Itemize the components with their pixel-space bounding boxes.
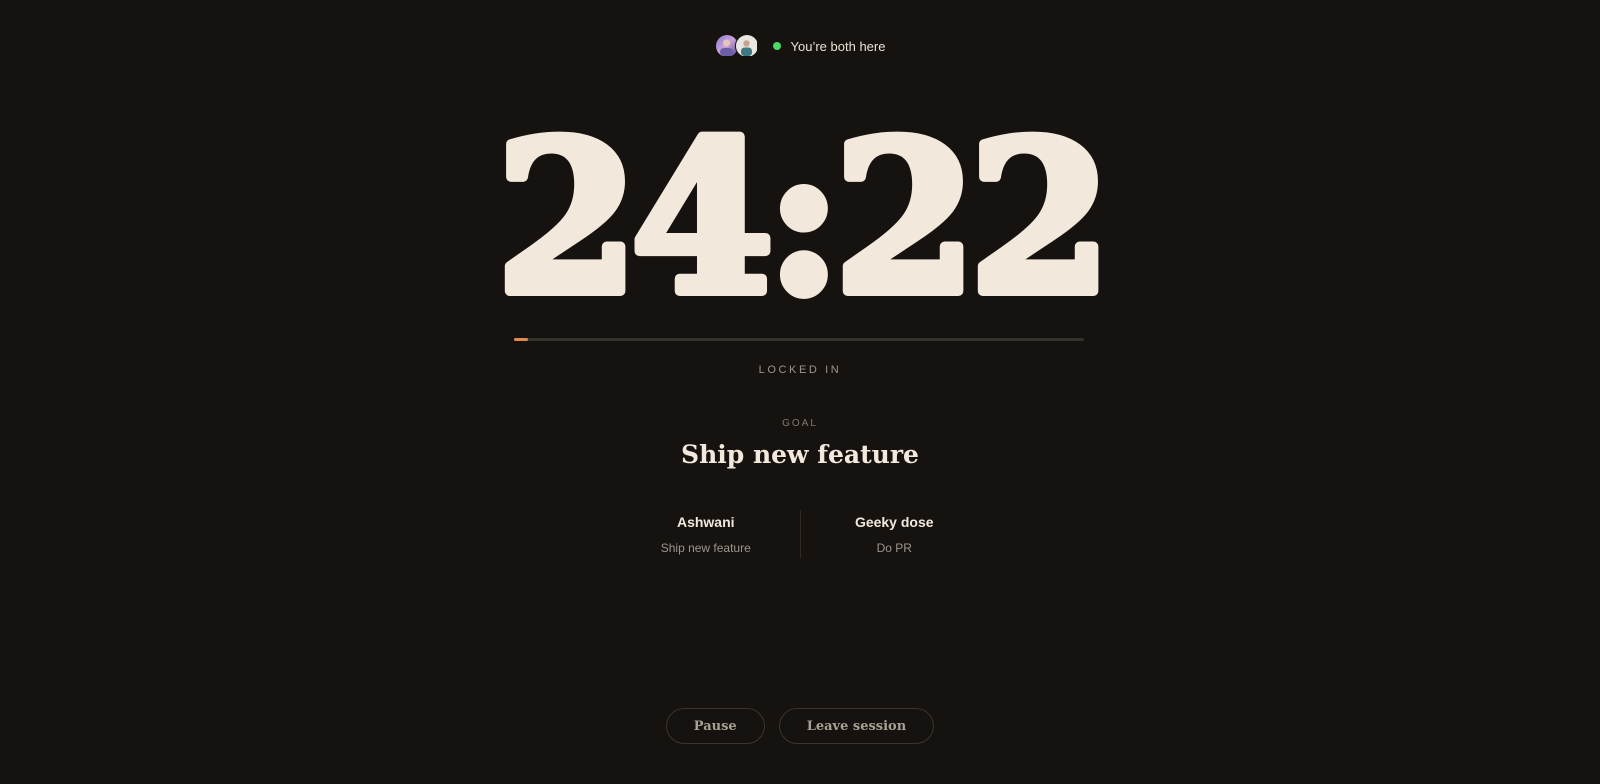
- participant-goal: Ship new feature: [660, 541, 751, 555]
- participant-name: Geeky dose: [854, 514, 934, 530]
- participant-goal: Do PR: [876, 541, 912, 555]
- participant-card: Geeky dose Do PR: [801, 510, 989, 560]
- progress-bar: [514, 338, 1084, 341]
- participant-card: Ashwani Ship new feature: [612, 510, 800, 560]
- goal-title: Ship new feature: [681, 440, 919, 469]
- session-actions: Pause Leave session: [0, 708, 1600, 744]
- pause-button[interactable]: Pause: [665, 708, 765, 744]
- timer-digits: 24:22: [496, 97, 1104, 341]
- timer-display: 24:22: [491, 92, 1117, 346]
- participant-name: Ashwani: [676, 514, 735, 530]
- avatar[interactable]: [734, 34, 759, 58]
- presence-text: You’re both here: [790, 38, 886, 54]
- avatar-group: [714, 34, 759, 58]
- leave-session-button[interactable]: Leave session: [778, 708, 935, 744]
- progress-fill: [514, 338, 529, 341]
- countdown-timer: 24:22: [0, 92, 1600, 346]
- online-status-dot: [772, 42, 781, 50]
- goal-label: GOAL: [782, 418, 818, 429]
- session-status: LOCKED IN: [758, 364, 842, 376]
- presence-bar: You’re both here: [0, 34, 1600, 58]
- participants-panel: Ashwani Ship new feature Geeky dose Do P…: [612, 510, 988, 560]
